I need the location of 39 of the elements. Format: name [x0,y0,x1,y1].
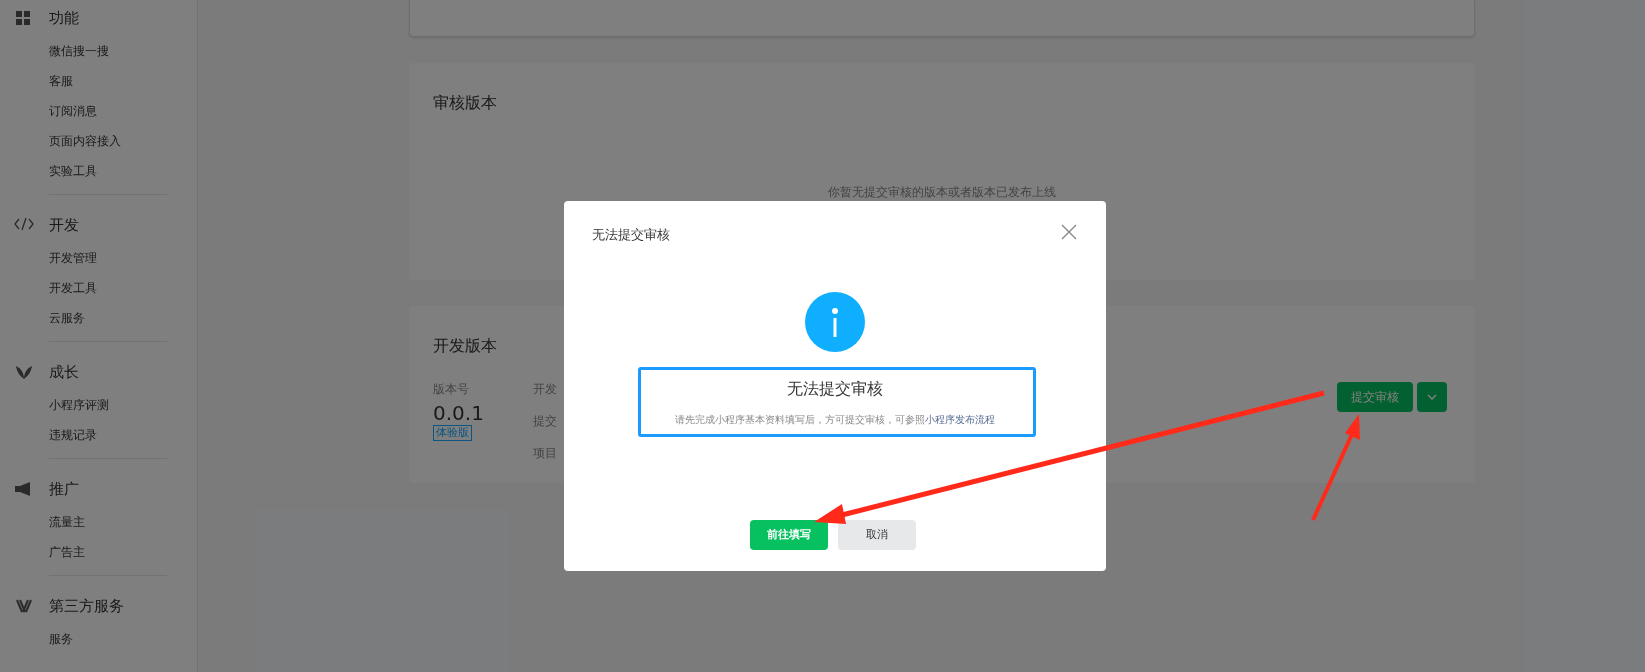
sidebar-item[interactable]: 开发工具 [49,279,97,297]
card-title: 审核版本 [433,92,497,114]
sidebar-item[interactable]: 流量主 [49,513,85,531]
confirm-button[interactable]: 前往填写 [750,520,828,550]
sidebar-group-title: 推广 [49,478,79,500]
code-icon [14,217,34,231]
service-icon [16,599,32,613]
sidebar-item[interactable]: 小程序评测 [49,396,109,414]
sidebar-item[interactable]: 页面内容接入 [49,132,121,150]
close-icon [1060,223,1078,241]
sidebar-item[interactable]: 订阅消息 [49,102,97,120]
close-button[interactable] [1060,223,1078,241]
sidebar-item[interactable]: 微信搜一搜 [49,42,109,60]
sidebar-item[interactable]: 实验工具 [49,162,97,180]
sidebar-item[interactable]: 开发管理 [49,249,97,267]
sidebar-item[interactable]: 广告主 [49,543,85,561]
field-label: 开发 [533,381,557,398]
megaphone-icon [15,482,32,496]
dialog-title: 无法提交审核 [592,226,670,244]
sidebar-item[interactable]: 客服 [49,72,73,90]
cancel-button[interactable]: 取消 [838,520,916,550]
process-link[interactable]: 小程序发布流程 [925,414,995,425]
version-badge: 体验版 [433,425,472,441]
version-number: 0.0.1 [433,400,484,427]
field-label: 提交 [533,413,557,430]
dialog-message: 请先完成小程序基本资料填写后，方可提交审核，可参照小程序发布流程 [674,413,996,427]
sidebar-group-title: 成长 [49,361,79,383]
sidebar-group-title: 第三方服务 [49,595,124,617]
grid-icon [16,11,30,25]
sidebar-item[interactable]: 云服务 [49,309,85,327]
caret-icon [1427,394,1437,400]
dialog-heading: 无法提交审核 [786,378,884,400]
card-title: 开发版本 [433,335,497,357]
info-icon [805,292,865,352]
sidebar-group-title: 功能 [49,7,79,29]
sidebar-group-title: 开发 [49,214,79,236]
leaf-icon [16,365,32,379]
sidebar-item[interactable]: 违规记录 [49,426,97,444]
sidebar-item[interactable]: 服务 [49,630,73,648]
